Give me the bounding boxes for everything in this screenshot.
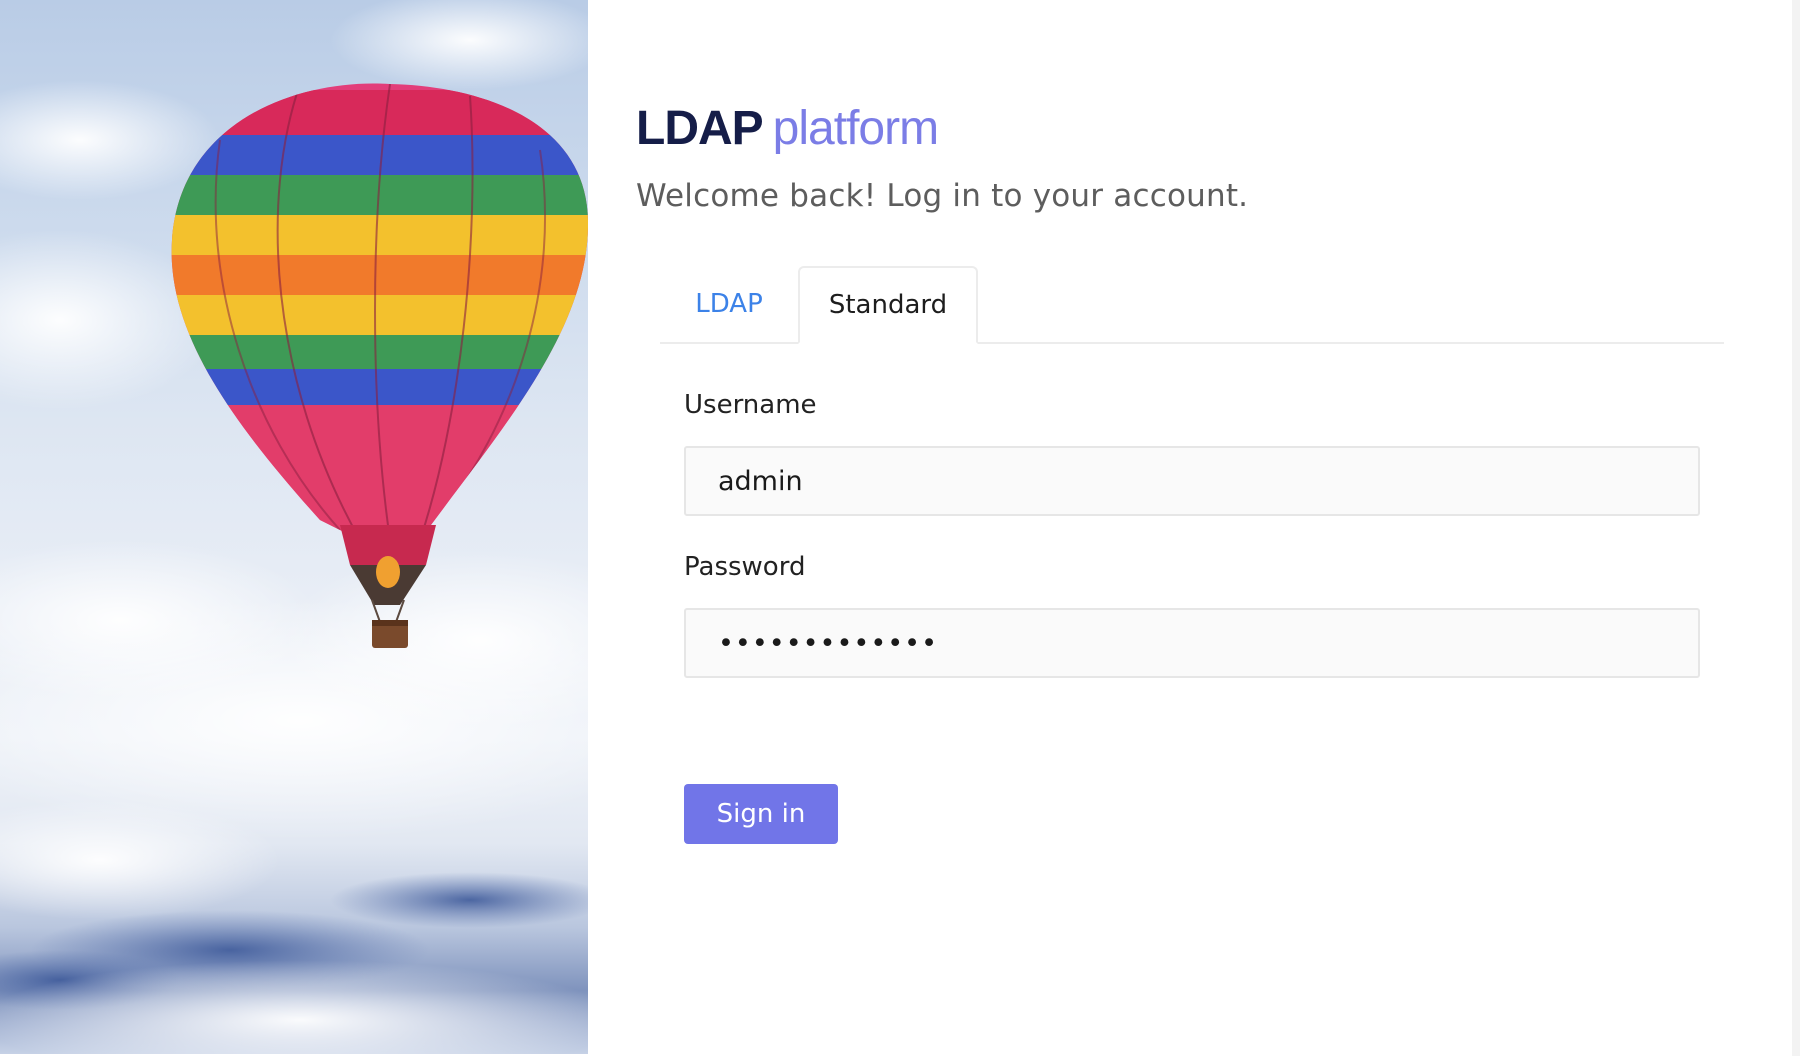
brand-primary: LDAP (636, 102, 764, 155)
brand-secondary: platform (772, 102, 939, 155)
username-label: Username (684, 390, 817, 420)
password-label: Password (684, 552, 806, 582)
brand-logo: LDAP platform (636, 98, 939, 159)
tab-ldap[interactable]: LDAP (660, 266, 798, 342)
username-input[interactable] (684, 446, 1700, 516)
scrollbar[interactable] (1792, 0, 1800, 1056)
login-tabs: LDAP Standard (660, 266, 1724, 344)
password-input[interactable] (684, 608, 1700, 678)
sign-in-button[interactable]: Sign in (684, 784, 838, 844)
welcome-message: Welcome back! Log in to your account. (636, 178, 1249, 214)
tab-standard[interactable]: Standard (798, 266, 978, 344)
hero-image (0, 0, 588, 1054)
balloon-illustration (0, 0, 588, 1054)
login-page: LDAP platform Welcome back! Log in to you… (0, 0, 1800, 1056)
login-panel: LDAP platform Welcome back! Log in to you… (588, 0, 1800, 1056)
